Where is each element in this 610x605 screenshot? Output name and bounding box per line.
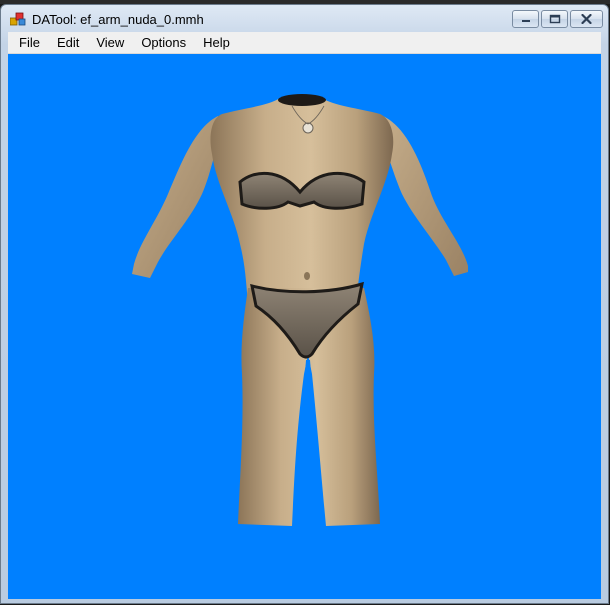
3d-viewport[interactable] [8,54,601,599]
minimize-button[interactable] [512,10,539,28]
title-bar[interactable]: DATool: ef_arm_nuda_0.mmh [1,5,608,32]
maximize-icon [549,14,560,24]
menu-bar: File Edit View Options Help [8,32,601,54]
menu-edit[interactable]: Edit [50,32,86,53]
menu-options[interactable]: Options [134,32,193,53]
menu-view[interactable]: View [89,32,131,53]
model-right-arm [383,116,468,276]
close-icon [581,14,592,24]
menu-file[interactable]: File [12,32,47,53]
minimize-icon [521,20,530,22]
3d-model-render [132,94,468,526]
window-title: DATool: ef_arm_nuda_0.mmh [32,12,204,27]
app-icon [10,12,26,26]
menu-help[interactable]: Help [196,32,237,53]
close-button[interactable] [570,10,603,28]
maximize-button[interactable] [541,10,568,28]
app-window: DATool: ef_arm_nuda_0.mmh File Edit View… [0,4,609,604]
model-neckline [278,94,326,106]
model-left-arm [132,116,218,278]
model-pendant [302,122,314,134]
